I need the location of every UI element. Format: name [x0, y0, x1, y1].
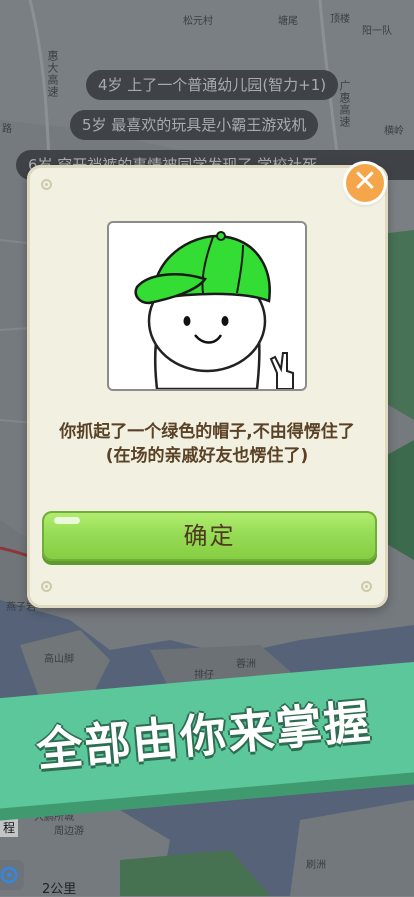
close-icon: ✕	[352, 164, 378, 199]
event-message: 你抓起了一个绿色的帽子,不由得愣住了(在场的亲戚好友也愣住了)	[59, 422, 355, 466]
event-image	[107, 221, 307, 391]
map-scale: 2公里	[42, 882, 77, 897]
green-cap-character-illustration	[134, 231, 294, 389]
confirm-button-label: 确定	[183, 522, 236, 550]
locate-icon	[0, 866, 18, 884]
confirm-button[interactable]: 确定	[42, 511, 377, 561]
close-button[interactable]: ✕	[346, 164, 384, 202]
locate-button[interactable]	[0, 860, 24, 890]
corner-rivet	[41, 581, 52, 592]
button-shine	[54, 517, 80, 524]
corner-rivet	[41, 179, 52, 190]
corner-rivet	[361, 581, 372, 592]
